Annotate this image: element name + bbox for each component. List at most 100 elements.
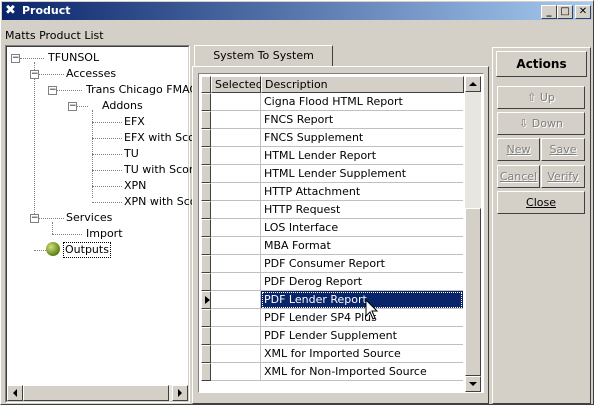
description-cell[interactable]: PDF Lender Report: [261, 291, 463, 309]
scroll-thumb[interactable]: [23, 385, 169, 401]
tree-collapse-icon[interactable]: −: [48, 86, 57, 95]
row-selector[interactable]: [201, 291, 211, 309]
tree-node-efx-score[interactable]: EFX with Sco: [124, 131, 195, 145]
description-cell[interactable]: MBA Format: [261, 237, 463, 255]
new-button[interactable]: New: [497, 138, 540, 161]
outputs-grid[interactable]: Selected Description Cigna Flood HTML Re…: [198, 73, 484, 393]
selected-cell[interactable]: [211, 363, 261, 381]
selected-cell[interactable]: [211, 237, 261, 255]
selected-cell[interactable]: [211, 273, 261, 291]
row-selector[interactable]: [201, 165, 211, 183]
selected-cell[interactable]: [211, 309, 261, 327]
table-row[interactable]: MBA Format: [201, 237, 464, 255]
minimize-button[interactable]: _: [541, 5, 557, 19]
product-tree[interactable]: − − − − − TFUNSOL Accesses Trans Chicago…: [5, 45, 197, 403]
close-window-button[interactable]: ✕: [575, 5, 591, 19]
row-selector[interactable]: [201, 255, 211, 273]
table-row[interactable]: PDF Lender Supplement: [201, 327, 464, 345]
title-bar[interactable]: ✖ Product _ □ ✕: [2, 2, 592, 20]
row-selector[interactable]: [201, 129, 211, 147]
vertical-scroll-thumb[interactable]: [465, 208, 481, 376]
description-cell[interactable]: HTTP Request: [261, 201, 463, 219]
scroll-left-button[interactable]: [7, 385, 23, 401]
description-cell[interactable]: FNCS Report: [261, 111, 463, 129]
tree-collapse-icon[interactable]: −: [30, 70, 39, 79]
description-cell[interactable]: HTML Lender Supplement: [261, 165, 463, 183]
scroll-right-button[interactable]: [172, 385, 188, 401]
table-row[interactable]: LOS Interface: [201, 219, 464, 237]
tree-node-outputs[interactable]: Outputs: [63, 242, 111, 258]
tree-node-tu[interactable]: TU: [124, 147, 139, 161]
table-row[interactable]: XML for Non-Imported Source: [201, 363, 464, 381]
selected-cell[interactable]: [211, 345, 261, 363]
table-row[interactable]: HTML Lender Report: [201, 147, 464, 165]
row-selector[interactable]: [201, 309, 211, 327]
verify-button[interactable]: Verify: [541, 165, 585, 188]
row-selector[interactable]: [201, 219, 211, 237]
save-button[interactable]: Save: [541, 138, 585, 161]
tree-horizontal-scrollbar[interactable]: [7, 385, 188, 401]
selected-cell[interactable]: [211, 255, 261, 273]
tab-system-outputs[interactable]: System To System Outputs: [194, 45, 333, 82]
maximize-button[interactable]: □: [557, 5, 573, 19]
tree-node-addons[interactable]: Addons: [102, 99, 143, 113]
tree-node-efx[interactable]: EFX: [124, 115, 145, 129]
row-selector[interactable]: [201, 93, 211, 111]
tree-node-services[interactable]: Services: [66, 211, 112, 225]
selected-cell[interactable]: [211, 147, 261, 165]
row-selector[interactable]: [201, 273, 211, 291]
table-row[interactable]: FNCS Supplement: [201, 129, 464, 147]
down-button[interactable]: ⇩ Down: [497, 112, 585, 135]
grid-vertical-scrollbar[interactable]: [465, 76, 481, 392]
description-cell[interactable]: XML for Imported Source: [261, 345, 463, 363]
scroll-up-button[interactable]: [465, 76, 481, 92]
table-row[interactable]: FNCS Report: [201, 111, 464, 129]
tree-node-tu-score[interactable]: TU with Scor: [124, 163, 193, 177]
description-cell[interactable]: FNCS Supplement: [261, 129, 463, 147]
table-row[interactable]: HTML Lender Supplement: [201, 165, 464, 183]
column-header-selected[interactable]: Selected: [211, 76, 263, 93]
description-cell[interactable]: HTTP Attachment: [261, 183, 463, 201]
scroll-down-button[interactable]: [465, 376, 481, 392]
table-row[interactable]: PDF Lender Report: [201, 291, 464, 309]
close-button[interactable]: Close: [497, 191, 585, 214]
row-selector[interactable]: [201, 147, 211, 165]
row-selector[interactable]: [201, 201, 211, 219]
selected-cell[interactable]: [211, 327, 261, 345]
selected-cell[interactable]: [211, 93, 261, 111]
description-cell[interactable]: PDF Derog Report: [261, 273, 463, 291]
selected-cell[interactable]: [211, 111, 261, 129]
description-cell[interactable]: LOS Interface: [261, 219, 463, 237]
row-selector[interactable]: [201, 345, 211, 363]
tree-node-xpn-score[interactable]: XPN with Sco: [124, 195, 197, 209]
selected-cell[interactable]: [211, 183, 261, 201]
tree-collapse-icon[interactable]: −: [68, 102, 77, 111]
table-row[interactable]: HTTP Request: [201, 201, 464, 219]
selected-cell[interactable]: [211, 219, 261, 237]
table-row[interactable]: XML for Imported Source: [201, 345, 464, 363]
selected-cell[interactable]: [211, 201, 261, 219]
row-selector[interactable]: [201, 111, 211, 129]
table-row[interactable]: HTTP Attachment: [201, 183, 464, 201]
row-selector[interactable]: [201, 183, 211, 201]
up-button[interactable]: ⇧ Up: [497, 86, 585, 109]
row-selector[interactable]: [201, 363, 211, 381]
description-cell[interactable]: Cigna Flood HTML Report: [261, 93, 463, 111]
tree-node-xpn[interactable]: XPN: [124, 179, 146, 193]
selected-cell[interactable]: [211, 129, 261, 147]
tree-node-import[interactable]: Import: [86, 227, 123, 241]
table-row[interactable]: PDF Lender SP4 Plus: [201, 309, 464, 327]
cancel-button[interactable]: Cancel: [497, 165, 540, 188]
description-cell[interactable]: HTML Lender Report: [261, 147, 463, 165]
description-cell[interactable]: PDF Lender Supplement: [261, 327, 463, 345]
table-row[interactable]: PDF Derog Report: [201, 273, 464, 291]
selected-cell[interactable]: [211, 291, 261, 309]
description-cell[interactable]: PDF Consumer Report: [261, 255, 463, 273]
description-cell[interactable]: PDF Lender SP4 Plus: [261, 309, 463, 327]
row-selector[interactable]: [201, 237, 211, 255]
tree-collapse-icon[interactable]: −: [30, 214, 39, 223]
tree-collapse-icon[interactable]: −: [11, 54, 20, 63]
row-selector[interactable]: [201, 327, 211, 345]
tree-node-tfunsol[interactable]: TFUNSOL: [48, 51, 99, 65]
table-row[interactable]: Cigna Flood HTML Report: [201, 93, 464, 111]
